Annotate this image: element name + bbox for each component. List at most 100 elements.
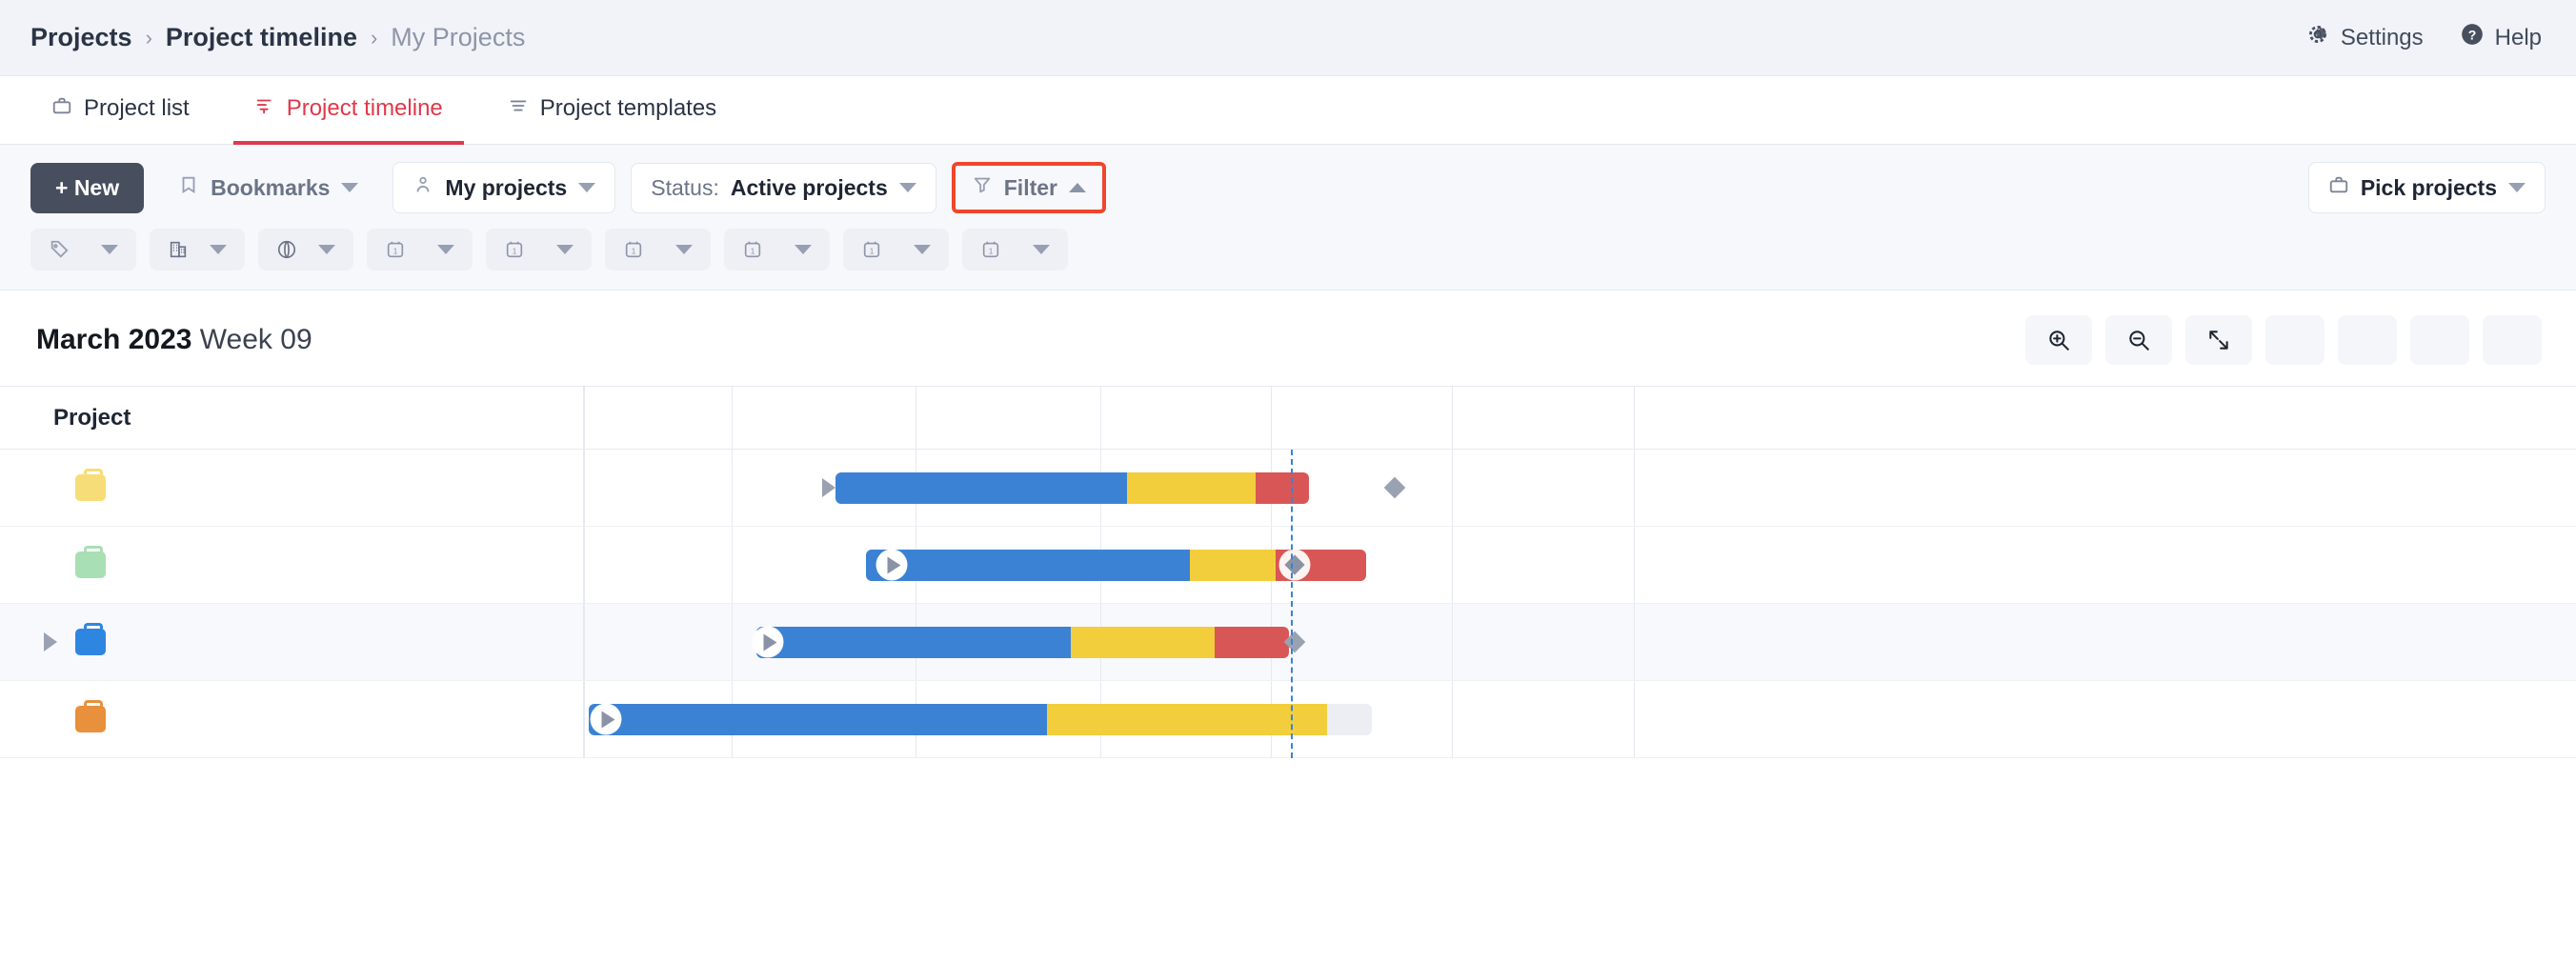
gantt-row[interactable] xyxy=(0,681,2576,758)
gantt-gridline xyxy=(1452,527,1453,603)
pick-projects-label: Pick projects xyxy=(2361,175,2497,201)
gantt-row-track[interactable] xyxy=(584,681,2576,757)
tab-project-list[interactable]: Project list xyxy=(30,76,211,145)
calendar-icon: 1 xyxy=(980,239,1001,260)
help-circle-icon: ? xyxy=(2460,22,2485,53)
timeline-tools xyxy=(2025,315,2542,365)
project-color-icon xyxy=(75,551,106,578)
gantt-gridline xyxy=(1100,387,1101,449)
gantt-bar-segment[interactable] xyxy=(1256,472,1309,504)
gantt-bar-segment[interactable] xyxy=(1190,550,1276,581)
milestone-diamond-icon[interactable] xyxy=(1384,477,1406,499)
gantt-bar-segment[interactable] xyxy=(1071,627,1215,658)
gantt-header-row: Project xyxy=(0,387,2576,450)
filter-button[interactable]: Filter xyxy=(952,162,1106,213)
chevron-down-icon xyxy=(341,183,358,192)
gantt-bar[interactable] xyxy=(835,472,1309,504)
filter-chip[interactable] xyxy=(150,229,245,271)
gantt-bar-segment[interactable] xyxy=(835,472,1127,504)
weeks-button[interactable] xyxy=(2338,315,2397,365)
top-bar-actions: Settings ? Help xyxy=(2305,22,2542,53)
bar-play-button[interactable] xyxy=(591,704,622,735)
row-play-marker-icon[interactable] xyxy=(822,478,835,497)
bar-play-button[interactable] xyxy=(876,550,908,581)
gantt-bar-segment[interactable] xyxy=(1327,704,1372,735)
gantt-row[interactable] xyxy=(0,604,2576,681)
chevron-down-icon xyxy=(437,245,454,254)
expand-row-icon[interactable] xyxy=(44,632,57,651)
gantt-bar-segment[interactable] xyxy=(756,627,1071,658)
project-color-icon xyxy=(75,629,106,655)
svg-text:1: 1 xyxy=(513,248,517,256)
filter-chip[interactable]: 1 xyxy=(724,229,830,271)
filter-chip[interactable]: 1 xyxy=(367,229,473,271)
filter-chip[interactable] xyxy=(258,229,353,271)
bar-play-button[interactable] xyxy=(753,627,784,658)
diamond-icon xyxy=(1284,554,1304,574)
gantt-bar-segment[interactable] xyxy=(1127,472,1256,504)
gantt-gridline xyxy=(1634,450,1635,526)
filter-chip[interactable]: 1 xyxy=(605,229,711,271)
gantt-bar-segment[interactable] xyxy=(1215,627,1289,658)
zoom-out-button[interactable] xyxy=(2105,315,2172,365)
pick-projects-dropdown[interactable]: Pick projects xyxy=(2308,162,2546,213)
settings-button[interactable]: Settings xyxy=(2305,22,2424,53)
status-value: Active projects xyxy=(731,175,888,201)
today-button[interactable] xyxy=(2265,315,2324,365)
calendar-icon: 1 xyxy=(504,239,525,260)
gantt-bar[interactable] xyxy=(756,627,1289,658)
gantt-row-track[interactable] xyxy=(584,527,2576,603)
calendar-icon: 1 xyxy=(742,239,763,260)
gantt-bar[interactable] xyxy=(589,704,1372,735)
zoom-in-button[interactable] xyxy=(2025,315,2092,365)
building-icon xyxy=(168,239,189,260)
fit-arrows-icon xyxy=(2206,328,2231,352)
breadcrumb-item-project-timeline[interactable]: Project timeline xyxy=(166,23,357,52)
gantt-gridline xyxy=(584,527,585,603)
bookmarks-dropdown[interactable]: Bookmarks xyxy=(159,163,377,212)
breadcrumb-separator: › xyxy=(371,26,377,50)
gantt-gridline xyxy=(584,450,585,526)
gantt-rows xyxy=(0,450,2576,758)
svg-text:1: 1 xyxy=(751,248,755,256)
breadcrumb-item-my-projects[interactable]: My Projects xyxy=(391,23,525,52)
filter-chips-row: 1 1 1 1 1 1 xyxy=(30,229,2546,271)
help-button[interactable]: ? Help xyxy=(2460,22,2542,53)
play-icon xyxy=(601,711,614,728)
filter-chip[interactable] xyxy=(30,229,136,271)
tab-label: Project timeline xyxy=(287,95,443,122)
breadcrumb-item-projects[interactable]: Projects xyxy=(30,23,132,52)
filter-chip[interactable]: 1 xyxy=(962,229,1068,271)
svg-text:1: 1 xyxy=(393,248,398,256)
gantt-gridline xyxy=(1634,387,1635,449)
status-dropdown[interactable]: Status: Active projects xyxy=(631,163,936,213)
tab-project-timeline[interactable]: Project timeline xyxy=(233,76,464,145)
quarters-button[interactable] xyxy=(2410,315,2469,365)
gantt-row-track[interactable] xyxy=(584,450,2576,526)
calendar-icon: 1 xyxy=(623,239,644,260)
gantt-row-info xyxy=(0,527,584,603)
tab-project-templates[interactable]: Project templates xyxy=(487,76,737,145)
years-button[interactable] xyxy=(2483,315,2542,365)
timeline-period: March 2023 Week 09 xyxy=(36,324,312,356)
gantt-bar-segment[interactable] xyxy=(866,550,1190,581)
svg-text:1: 1 xyxy=(870,248,875,256)
bar-milestone-badge[interactable] xyxy=(1279,550,1311,581)
chevron-down-icon xyxy=(2508,183,2526,192)
filter-label: Filter xyxy=(1004,175,1057,201)
my-projects-dropdown[interactable]: My projects xyxy=(392,162,615,213)
gantt-bar-segment[interactable] xyxy=(589,704,1047,735)
fit-to-screen-button[interactable] xyxy=(2185,315,2252,365)
gear-icon xyxy=(2305,22,2330,53)
new-button[interactable]: + New xyxy=(30,163,144,213)
chevron-down-icon xyxy=(1033,245,1050,254)
chevron-down-icon xyxy=(675,245,693,254)
gantt-gridline xyxy=(1634,604,1635,680)
filter-chip[interactable]: 1 xyxy=(843,229,949,271)
filter-chip[interactable]: 1 xyxy=(486,229,592,271)
gantt-row[interactable] xyxy=(0,450,2576,527)
briefcase-icon xyxy=(51,95,72,123)
gantt-row[interactable] xyxy=(0,527,2576,604)
gantt-row-track[interactable] xyxy=(584,604,2576,680)
gantt-bar-segment[interactable] xyxy=(1047,704,1327,735)
